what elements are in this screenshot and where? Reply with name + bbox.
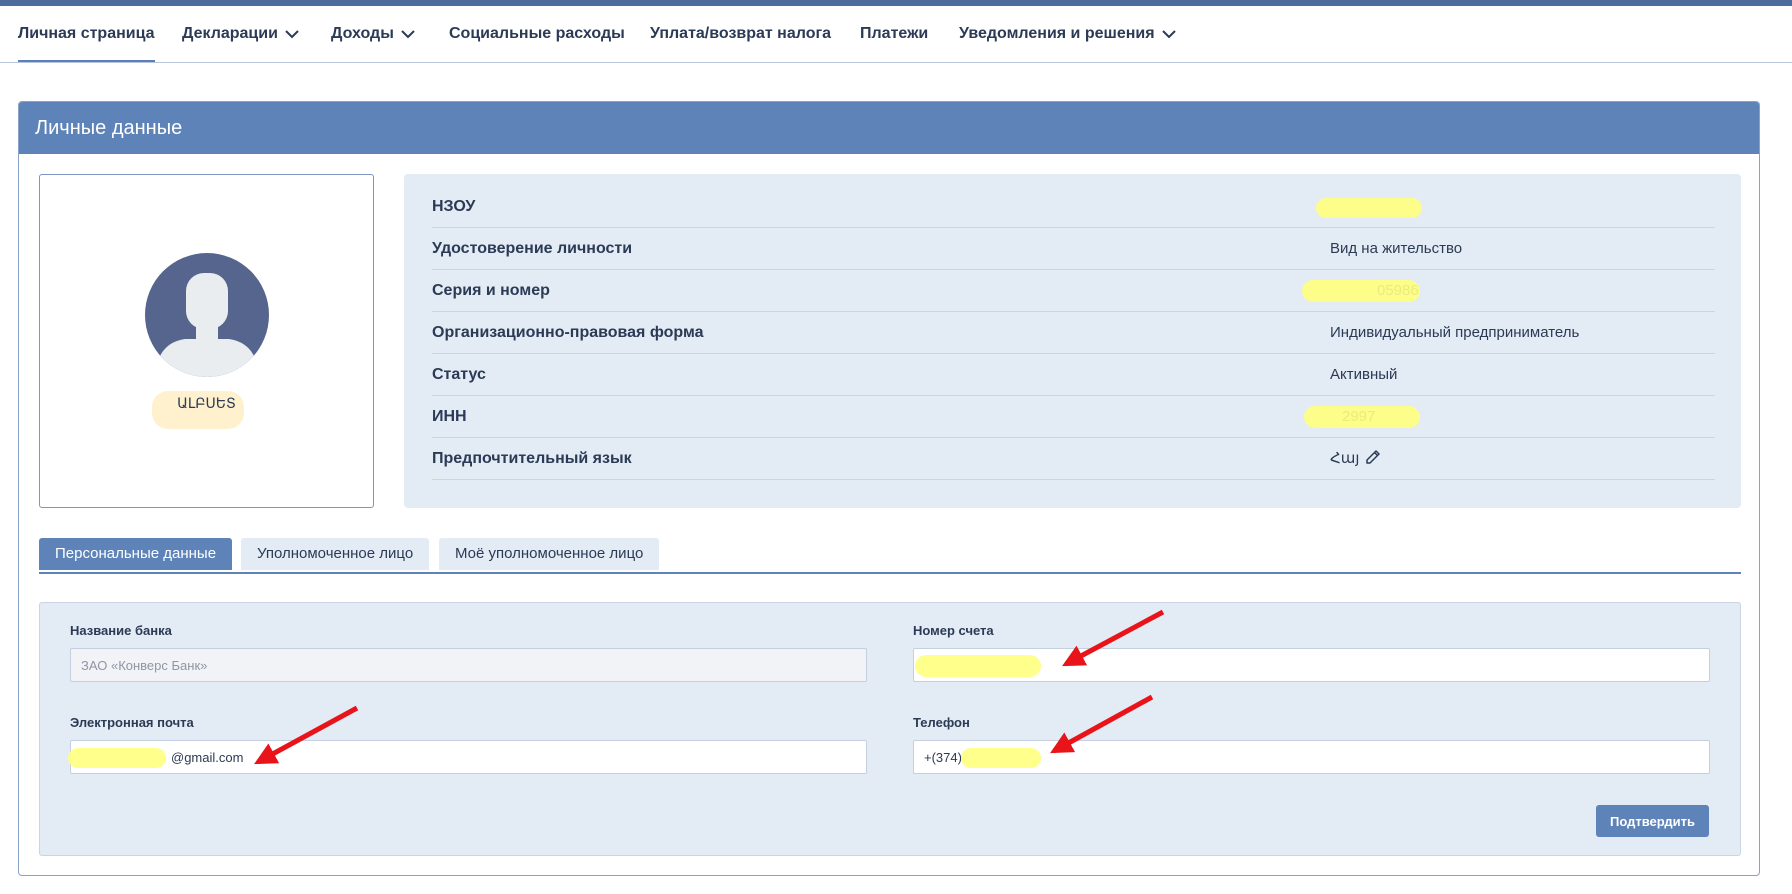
nav-item-label: Уведомления и решения [959,25,1155,42]
info-row: Удостоверение личности Вид на жительство [432,228,1715,270]
nav-item-tax-payment[interactable]: Уплата/возврат налога [650,6,831,62]
bank-name-label: Название банка [70,623,172,638]
tab-authorized-person[interactable]: Уполномоченное лицо [241,538,430,570]
tab-personal-data[interactable]: Персональные данные [39,538,233,570]
info-label: НЗОУ [432,198,476,215]
info-row: НЗОУ [432,186,1715,228]
profile-tabs: Персональные данные Уполномоченное лицо … [39,538,1741,574]
info-label: Организационно-правовая форма [432,324,704,341]
panel-header: Личные данные [19,102,1759,154]
phone-label: Телефон [913,715,970,730]
personal-data-panel: Личные данные ԱԼԲՍԵՏ НЗОУ Удостоверение … [18,101,1760,876]
info-value: Индивидуальный предприниматель [1330,324,1580,341]
nav-item-label: Доходы [331,25,394,42]
redaction-highlight [68,748,166,768]
profile-card: ԱԼԲՍԵՏ [39,174,374,508]
chevron-down-icon [1161,30,1176,39]
nav-item-social-expenses[interactable]: Социальные расходы [449,6,625,62]
nav-item-label: Личная страница [18,25,155,42]
info-label: ИНН [432,408,467,425]
info-value: Вид на жительство [1330,240,1463,257]
bank-name-input[interactable] [70,648,867,682]
redaction-highlight [1316,198,1422,218]
account-number-label: Номер счета [913,623,994,638]
redaction-highlight [915,655,1041,677]
info-label: Серия и номер [432,282,550,299]
panel-title: Личные данные [35,117,183,139]
nav-item-declarations[interactable]: Декларации [182,6,300,62]
info-value: Активный [1330,366,1398,383]
chevron-down-icon [401,30,415,39]
nav-item-notifications[interactable]: Уведомления и решения [959,6,1177,62]
profile-name: ԱԼԲՍԵՏ [177,395,236,411]
user-silhouette-icon [145,253,269,377]
info-row: ИНН 2997 [432,396,1715,438]
nav-item-label: Уплата/возврат налога [650,25,832,42]
redaction-highlight [1302,280,1420,302]
pencil-icon[interactable] [1365,449,1381,465]
nav-item-label: Платежи [860,25,929,42]
info-value: Հայ [1330,438,1381,480]
nav-item-label: Декларации [182,25,278,42]
main-nav: Личная страница Декларации Доходы Социал… [0,6,1792,63]
email-input[interactable] [70,740,867,774]
nav-item-label: Социальные расходы [449,25,625,42]
info-row: Организационно-правовая форма Индивидуал… [432,312,1715,354]
language-value: Հայ [1330,450,1360,467]
info-label: Удостоверение личности [432,240,633,257]
info-row: Предпочтительный язык Հայ [432,438,1715,480]
nav-item-personal-page[interactable]: Личная страница [18,6,155,62]
info-label: Предпочтительный язык [432,450,632,467]
info-summary: НЗОУ Удостоверение личности Вид на жител… [404,174,1741,508]
info-row: Серия и номер 05986 [432,270,1715,312]
personal-data-form: Название банка Номер счета Электронная п… [39,602,1741,856]
info-row: Статус Активный [432,354,1715,396]
submit-button[interactable]: Подтвердить [1596,805,1709,837]
chevron-down-icon [285,30,299,39]
tab-my-authorized-person[interactable]: Моё уполномоченное лицо [439,538,660,570]
nav-item-income[interactable]: Доходы [331,6,416,62]
redaction-highlight [1304,406,1420,428]
email-label: Электронная почта [70,715,194,730]
redaction-highlight [961,748,1041,768]
info-label: Статус [432,366,486,383]
nav-item-payments[interactable]: Платежи [860,6,928,62]
